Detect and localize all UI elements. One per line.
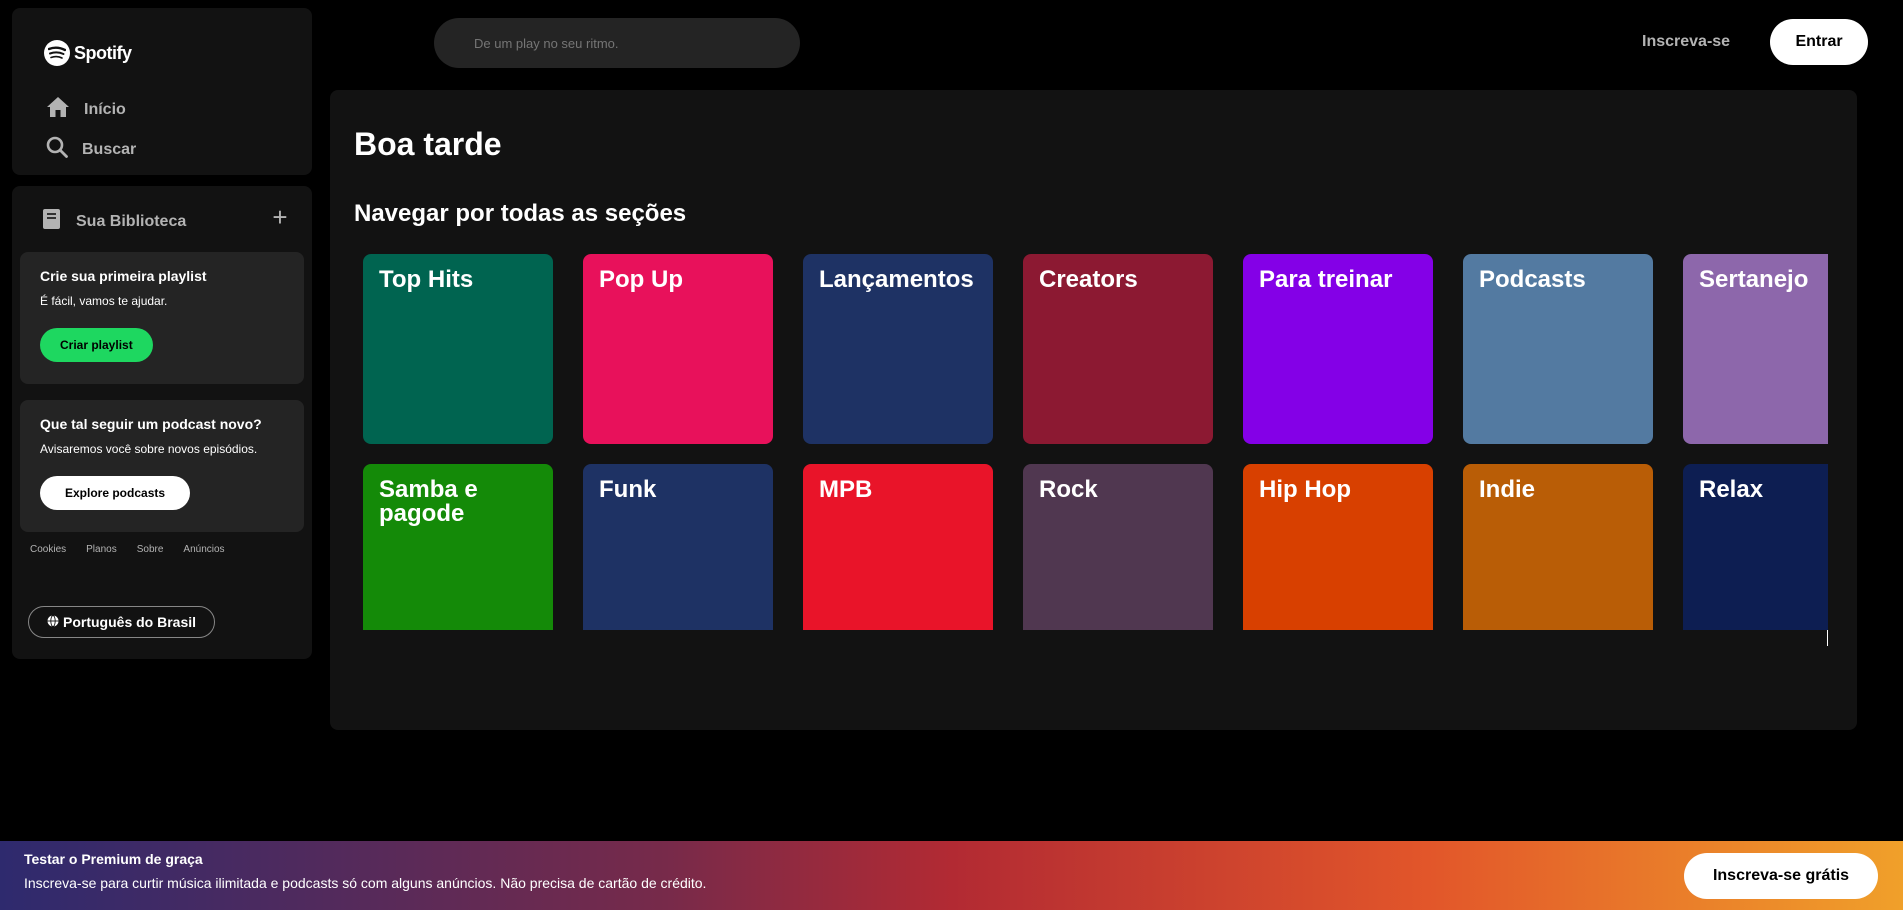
footer-link-cookies[interactable]: Cookies xyxy=(30,544,66,555)
page-title: Boa tarde xyxy=(354,126,502,162)
spotify-logo-text: Spotify xyxy=(74,42,132,63)
main-panel: Boa tarde Navegar por todas as seções To… xyxy=(330,90,1857,730)
category-tile[interactable]: Relax xyxy=(1683,464,1828,630)
plus-icon[interactable]: + xyxy=(268,204,292,230)
home-icon xyxy=(46,96,70,123)
premium-banner-subtitle: Inscreva-se para curtir música ilimitada… xyxy=(24,875,707,891)
footer-link-planos[interactable]: Planos xyxy=(86,544,117,555)
category-tile-label: MPB xyxy=(819,476,873,503)
category-tile-label: Rock xyxy=(1039,476,1098,503)
explore-podcasts-button[interactable]: Explore podcasts xyxy=(40,476,191,510)
category-tile[interactable]: MPB xyxy=(803,464,993,630)
category-tile[interactable]: Lançamentos xyxy=(803,254,993,444)
footer-links: Cookies Planos Sobre Anúncios xyxy=(30,544,225,555)
nav-panel: Spotify Início Buscar xyxy=(12,8,312,175)
spotify-logo-icon xyxy=(44,40,70,66)
library-panel: Sua Biblioteca + Crie sua primeira playl… xyxy=(12,186,312,659)
category-tile[interactable]: Pop Up xyxy=(583,254,773,444)
section-title: Navegar por todas as seções xyxy=(354,200,687,227)
library-header[interactable]: Sua Biblioteca xyxy=(42,208,186,235)
category-tile-label: Top Hits xyxy=(379,266,474,293)
category-tile-label: Lançamentos xyxy=(819,266,974,293)
library-title: Sua Biblioteca xyxy=(76,212,187,230)
category-tile-label: Creators xyxy=(1039,266,1138,293)
language-label: Português do Brasil xyxy=(63,614,197,630)
footer-link-sobre[interactable]: Sobre xyxy=(137,544,164,555)
premium-banner[interactable]: Testar o Premium de graça Inscreva-se pa… xyxy=(0,841,1903,910)
login-button[interactable]: Entrar xyxy=(1770,19,1868,65)
nav-search[interactable]: Buscar xyxy=(46,136,136,163)
category-tile-label: Relax xyxy=(1699,476,1764,503)
category-tile[interactable]: Sertanejo xyxy=(1683,254,1828,444)
signup-link[interactable]: Inscreva-se xyxy=(1642,33,1730,51)
category-tile-label: Para treinar xyxy=(1259,266,1393,293)
text-cursor xyxy=(1827,630,1828,646)
category-tile-label: Podcasts xyxy=(1479,266,1586,293)
search-input[interactable] xyxy=(472,18,782,68)
language-button[interactable]: Português do Brasil xyxy=(28,606,216,638)
category-tile-label: Funk xyxy=(599,476,657,503)
library-icon xyxy=(42,208,62,235)
category-tile[interactable]: Top Hits xyxy=(363,254,553,444)
signup-free-button[interactable]: Inscreva-se grátis xyxy=(1684,853,1878,899)
globe-icon xyxy=(47,614,59,630)
category-tile-label: Hip Hop xyxy=(1259,476,1351,503)
category-tile[interactable]: Samba e pagode xyxy=(363,464,553,630)
category-tile[interactable]: Funk xyxy=(583,464,773,630)
category-tile[interactable]: Rock xyxy=(1023,464,1213,630)
spotify-logo[interactable]: Spotify xyxy=(44,40,132,66)
nav-home[interactable]: Início xyxy=(46,96,126,123)
follow-podcast-title: Que tal seguir um podcast novo? xyxy=(40,416,262,432)
category-tile[interactable]: Para treinar xyxy=(1243,254,1433,444)
search-bar xyxy=(434,18,800,68)
category-tile-label: Indie xyxy=(1479,476,1536,503)
category-tile-label: Pop Up xyxy=(599,266,683,293)
create-playlist-title: Crie sua primeira playlist xyxy=(40,268,207,284)
follow-podcast-subtitle: Avisaremos você sobre novos episódios. xyxy=(40,442,258,456)
category-tile[interactable]: Podcasts xyxy=(1463,254,1653,444)
premium-banner-title: Testar o Premium de graça xyxy=(24,851,203,867)
create-playlist-subtitle: É fácil, vamos te ajudar. xyxy=(40,294,168,308)
nav-home-label: Início xyxy=(84,100,126,118)
footer-link-anuncios[interactable]: Anúncios xyxy=(183,544,224,555)
category-tile[interactable]: Indie xyxy=(1463,464,1653,630)
category-grid: Top Hits Pop Up Lançamentos Creators Para tr… xyxy=(363,254,1828,630)
nav-search-label: Buscar xyxy=(82,140,137,158)
follow-podcast-card: Que tal seguir um podcast novo? Avisarem… xyxy=(20,400,304,532)
category-tile[interactable]: Hip Hop xyxy=(1243,464,1433,630)
category-tile[interactable]: Creators xyxy=(1023,254,1213,444)
category-tile-label: Samba e pagode xyxy=(379,476,478,527)
create-playlist-button[interactable]: Criar playlist xyxy=(40,328,153,362)
create-playlist-card: Crie sua primeira playlist É fácil, vamo… xyxy=(20,252,304,384)
search-icon xyxy=(46,136,68,163)
category-tile-label: Sertanejo xyxy=(1699,266,1809,293)
